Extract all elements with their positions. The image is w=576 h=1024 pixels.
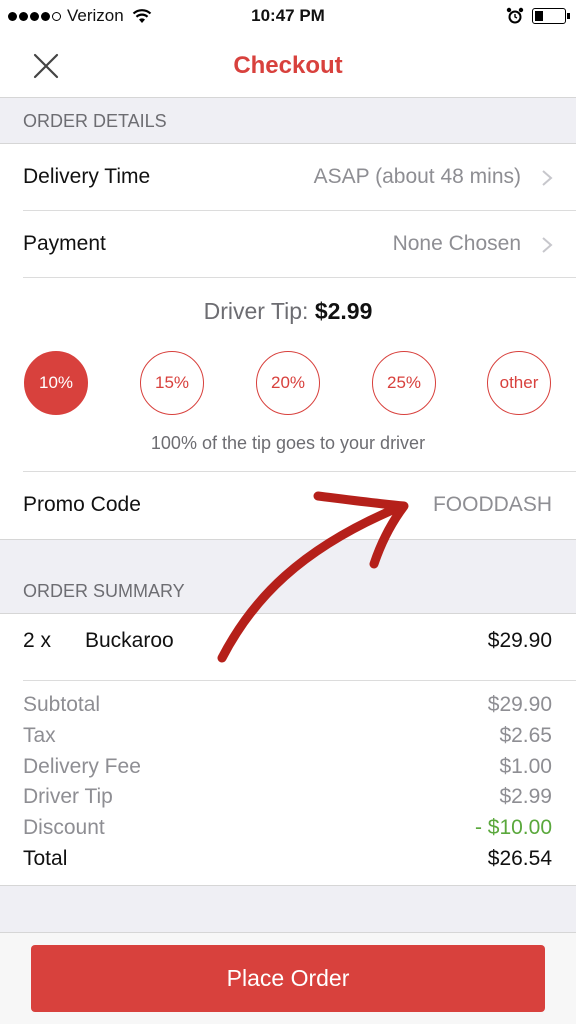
subtotal-line: Subtotal $29.90: [0, 693, 576, 723]
alarm-clock-icon: [506, 7, 524, 24]
item-quantity: 2 x: [23, 629, 52, 652]
battery-icon: [532, 8, 570, 24]
driver-tip-amount: $2.99: [314, 298, 373, 324]
chevron-right-icon: [542, 170, 553, 186]
bottom-bar: Place Order: [0, 932, 576, 1024]
battery-level-fill: [535, 11, 544, 21]
tip-option-25[interactable]: 25%: [372, 351, 436, 415]
tax-line: Tax $2.65: [0, 724, 576, 754]
payment-label: Payment: [23, 232, 106, 255]
tip-option-other[interactable]: other: [487, 351, 551, 415]
driver-tip-title: Driver Tip: $2.99: [0, 298, 576, 325]
delivery-time-label: Delivery Time: [23, 165, 151, 188]
total-label: Total: [23, 847, 68, 870]
status-right: [506, 7, 570, 25]
tax-label: Tax: [23, 724, 56, 747]
item-name: Buckaroo: [85, 629, 174, 652]
promo-code-label: Promo Code: [23, 493, 141, 516]
tip-option-20[interactable]: 20%: [256, 351, 320, 415]
driver-tip-label: Driver Tip:: [203, 298, 309, 324]
delivery-fee-label: Delivery Fee: [23, 755, 141, 778]
page-title: Checkout: [233, 52, 343, 79]
tip-note: 100% of the tip goes to your driver: [150, 433, 426, 453]
subtotal-value: $29.90: [487, 693, 552, 716]
payment-value: None Chosen: [392, 232, 521, 255]
delivery-fee-line: Delivery Fee $1.00: [0, 755, 576, 785]
total-value: $26.54: [487, 847, 552, 870]
promo-code-row[interactable]: Promo Code FOODDASH: [0, 472, 576, 539]
chevron-right-icon: [542, 237, 553, 253]
driver-tip-line: Driver Tip $2.99: [0, 785, 576, 815]
order-details-header: ORDER DETAILS: [23, 111, 167, 131]
discount-line: Discount - $10.00: [0, 816, 576, 846]
delivery-time-row[interactable]: Delivery Time ASAP (about 48 mins): [0, 144, 576, 211]
discount-value: - $10.00: [474, 816, 552, 839]
payment-row[interactable]: Payment None Chosen: [0, 211, 576, 278]
driver-tip-line-value: $2.99: [499, 785, 552, 808]
status-bar: Verizon 10:47 PM: [0, 0, 576, 34]
promo-code-value[interactable]: FOODDASH: [433, 493, 552, 517]
subtotal-label: Subtotal: [23, 693, 101, 716]
order-item-row: 2 x Buckaroo $29.90: [0, 614, 576, 681]
order-summary-header: ORDER SUMMARY: [23, 581, 185, 601]
place-order-button[interactable]: Place Order: [31, 945, 545, 1012]
delivery-fee-value: $1.00: [499, 755, 552, 778]
item-price: $29.90: [487, 629, 552, 652]
discount-label: Discount: [23, 816, 105, 839]
tip-option-15[interactable]: 15%: [140, 351, 204, 415]
tax-value: $2.65: [499, 724, 552, 747]
tip-option-10[interactable]: 10%: [24, 351, 88, 415]
navbar: Checkout: [0, 34, 576, 98]
total-line: Total $26.54: [0, 847, 576, 877]
status-time: 10:47 PM: [251, 6, 325, 25]
delivery-time-value: ASAP (about 48 mins): [313, 165, 521, 188]
driver-tip-line-label: Driver Tip: [23, 785, 113, 808]
close-icon[interactable]: [28, 48, 64, 84]
